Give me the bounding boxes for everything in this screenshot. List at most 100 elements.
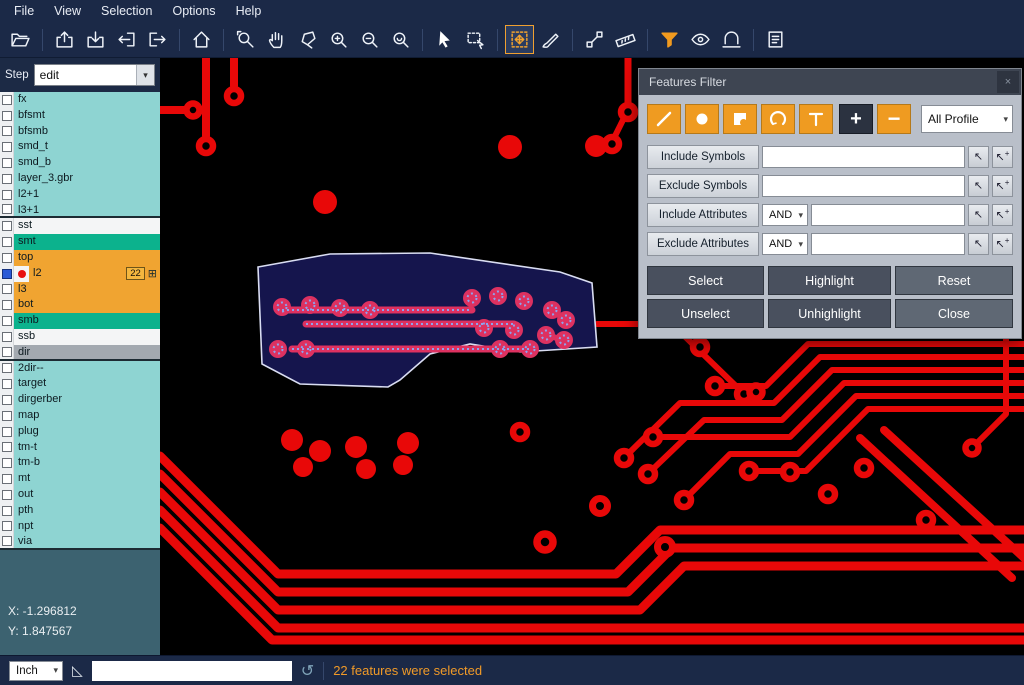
layer-row-tm-t[interactable]: tm-t [0,440,160,456]
layer-row-l3+1[interactable]: l3+1 [0,203,160,219]
layer-row-l2+1[interactable]: l2+1 [0,187,160,203]
move-selection-icon[interactable] [505,25,534,54]
layer-visibility-checkbox[interactable] [0,218,14,234]
layer-row-smt[interactable]: smt [0,234,160,250]
layer-visibility-checkbox[interactable] [0,503,14,519]
reset-button[interactable]: Reset [895,266,1013,295]
include-attributes-input[interactable] [811,204,965,226]
layer-visibility-checkbox[interactable] [0,92,14,108]
layer-row-tm-b[interactable]: tm-b [0,455,160,471]
profile-select[interactable]: All Profile ▾ [921,105,1013,133]
layer-row-out[interactable]: out [0,487,160,503]
layer-visibility-checkbox[interactable] [0,187,14,203]
include-symbols-input[interactable] [762,146,965,168]
layer-row-bfsmt[interactable]: bfsmt [0,108,160,124]
zoom-area-icon[interactable] [231,25,260,54]
unhighlight-button[interactable]: Unhighlight [768,299,891,328]
layer-visibility-checkbox[interactable] [0,124,14,140]
layer-row-dir[interactable]: dir [0,345,160,361]
layer-row-pth[interactable]: pth [0,503,160,519]
layer-visibility-checkbox[interactable] [0,361,14,377]
grid-icon[interactable]: ⊞ [148,267,157,280]
layer-visibility-checkbox[interactable] [0,329,14,345]
brush-icon[interactable] [536,25,565,54]
menu-help[interactable]: Help [226,0,272,22]
layer-row-sst[interactable]: sst [0,218,160,234]
layer-visibility-checkbox[interactable] [0,519,14,535]
dialog-titlebar[interactable]: Features Filter × [639,69,1021,95]
layer-row-l3[interactable]: l3 [0,282,160,298]
add-filter-button[interactable]: + [839,104,873,134]
ruler-icon[interactable] [611,25,640,54]
layer-row-bfsmb[interactable]: bfsmb [0,124,160,140]
step-select[interactable]: edit ▾ [34,64,155,86]
operator-select[interactable]: AND▾ [762,233,808,255]
layer-row-bot[interactable]: bot [0,297,160,313]
pick-add-from-canvas-icon[interactable]: ↖+ [992,233,1013,255]
pick-add-from-canvas-icon[interactable]: ↖+ [992,204,1013,226]
open-folder-icon[interactable] [6,25,35,54]
layer-row-npt[interactable]: npt [0,519,160,535]
menu-selection[interactable]: Selection [91,0,162,22]
layer-row-target[interactable]: target [0,376,160,392]
export-right-icon[interactable] [143,25,172,54]
import-down-icon[interactable] [81,25,110,54]
pick-from-canvas-icon[interactable]: ↖ [968,175,989,197]
layer-visibility-checkbox[interactable] [0,282,14,298]
pan-hand-icon[interactable] [262,25,291,54]
layer-visibility-checkbox[interactable] [0,440,14,456]
line-tool-icon[interactable] [647,104,681,134]
zoom-fit-icon[interactable] [386,25,415,54]
pick-from-canvas-icon[interactable]: ↖ [968,204,989,226]
layer-visibility-checkbox[interactable] [0,108,14,124]
operator-select[interactable]: AND▾ [762,204,808,226]
remove-filter-button[interactable]: − [877,104,911,134]
rect-select-icon[interactable] [461,25,490,54]
layer-visibility-checkbox[interactable] [0,234,14,250]
snap-icon[interactable] [717,25,746,54]
layer-row-mt[interactable]: mt [0,471,160,487]
pick-add-from-canvas-icon[interactable]: ↖+ [992,146,1013,168]
layer-visibility-checkbox[interactable] [0,203,14,217]
menu-options[interactable]: Options [162,0,225,22]
select-button[interactable]: Select [647,266,764,295]
home-icon[interactable] [187,25,216,54]
exclude-symbols-input[interactable] [762,175,965,197]
layer-visibility-checkbox[interactable] [0,266,14,282]
layer-row-dirgerber[interactable]: dirgerber [0,392,160,408]
layer-row-l2[interactable]: l222⊞ [0,266,160,282]
layer-visibility-checkbox[interactable] [0,155,14,171]
layer-visibility-checkbox[interactable] [0,139,14,155]
highlight-button[interactable]: Highlight [768,266,891,295]
layer-row-via[interactable]: via [0,534,160,550]
lasso-select-icon[interactable] [293,25,322,54]
exclude-attributes-input[interactable] [811,233,965,255]
pick-from-canvas-icon[interactable]: ↖ [968,146,989,168]
measure-points-icon[interactable] [580,25,609,54]
layer-row-top[interactable]: top [0,250,160,266]
pointer-icon[interactable] [430,25,459,54]
menu-view[interactable]: View [44,0,91,22]
import-left-icon[interactable] [112,25,141,54]
surface-tool-icon[interactable] [723,104,757,134]
layer-row-layer_3.gbr[interactable]: layer_3.gbr [0,171,160,187]
pad-tool-icon[interactable] [685,104,719,134]
filter-funnel-icon[interactable] [655,25,684,54]
layer-visibility-checkbox[interactable] [0,171,14,187]
layer-row-map[interactable]: map [0,408,160,424]
eye-icon[interactable] [686,25,715,54]
zoom-out-icon[interactable] [355,25,384,54]
layer-visibility-checkbox[interactable] [0,455,14,471]
layer-row-plug[interactable]: plug [0,424,160,440]
layer-visibility-checkbox[interactable] [0,487,14,503]
layer-visibility-checkbox[interactable] [0,376,14,392]
arc-tool-icon[interactable] [761,104,795,134]
report-list-icon[interactable] [761,25,790,54]
layer-row-ssb[interactable]: ssb [0,329,160,345]
zoom-in-icon[interactable] [324,25,353,54]
layer-visibility-checkbox[interactable] [0,297,14,313]
layer-visibility-checkbox[interactable] [0,424,14,440]
menu-file[interactable]: File [4,0,44,22]
layer-visibility-checkbox[interactable] [0,392,14,408]
layer-visibility-checkbox[interactable] [0,250,14,266]
